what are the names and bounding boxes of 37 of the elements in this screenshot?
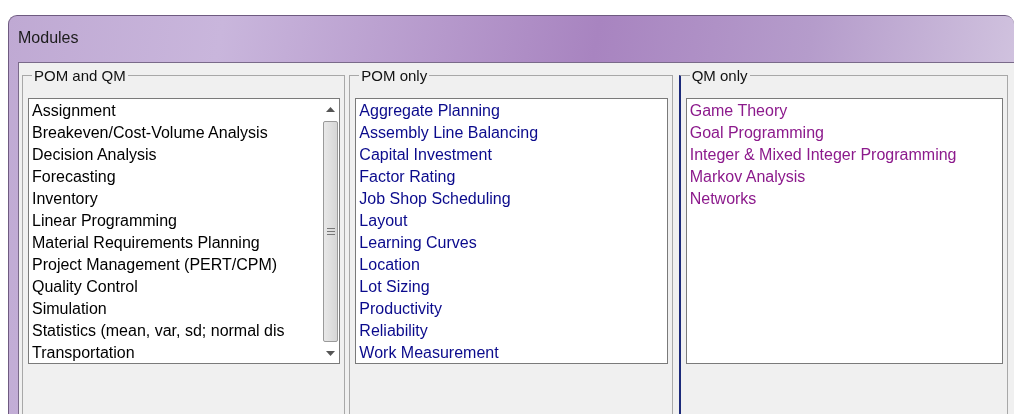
group-label: QM only [690, 67, 749, 84]
grip-icon [326, 228, 335, 235]
module-item[interactable]: Integer & Mixed Integer Programming [689, 144, 999, 166]
module-item[interactable]: Productivity [359, 298, 664, 320]
module-item[interactable]: Project Management (PERT/CPM) [32, 254, 320, 276]
group-label: POM and QM [33, 67, 127, 84]
module-item[interactable]: Decision Analysis [32, 144, 320, 166]
group-label: POM only [360, 67, 429, 84]
module-item[interactable]: Reliability [359, 320, 664, 342]
module-item[interactable]: Job Shop Scheduling [359, 188, 664, 210]
module-item[interactable]: Inventory [32, 188, 320, 210]
module-item[interactable]: Factor Rating [359, 166, 664, 188]
module-item[interactable]: Learning Curves [359, 232, 664, 254]
module-item[interactable]: Statistics (mean, var, sd; normal dis [32, 320, 320, 342]
module-item[interactable]: Goal Programming [689, 122, 999, 144]
module-item[interactable]: Layout [359, 210, 664, 232]
module-item[interactable]: Capital Investment [359, 144, 664, 166]
module-item[interactable]: Assignment [32, 100, 320, 122]
module-item[interactable]: Location [359, 254, 664, 276]
module-item[interactable]: Material Requirements Planning [32, 232, 320, 254]
module-item[interactable]: Networks [689, 188, 999, 210]
module-item[interactable]: Transportation [32, 342, 320, 363]
module-item[interactable]: Simulation [32, 298, 320, 320]
module-item[interactable]: Lot Sizing [359, 276, 664, 298]
scroll-down-icon[interactable] [326, 351, 336, 356]
module-item[interactable]: Breakeven/Cost-Volume Analysis [32, 122, 320, 144]
module-item[interactable]: Markov Analysis [689, 166, 999, 188]
module-item[interactable]: Quality Control [32, 276, 320, 298]
module-item[interactable]: Game Theory [689, 100, 999, 122]
module-item[interactable]: Aggregate Planning [359, 100, 664, 122]
module-item[interactable]: Assembly Line Balancing [359, 122, 664, 144]
module-item[interactable]: Linear Programming [32, 210, 320, 232]
window-title: Modules [18, 28, 79, 47]
module-item[interactable]: Work Measurement [359, 342, 664, 363]
scroll-thumb[interactable] [323, 121, 339, 342]
scroll-up-icon[interactable] [326, 107, 336, 112]
module-item[interactable]: Forecasting [32, 166, 320, 188]
